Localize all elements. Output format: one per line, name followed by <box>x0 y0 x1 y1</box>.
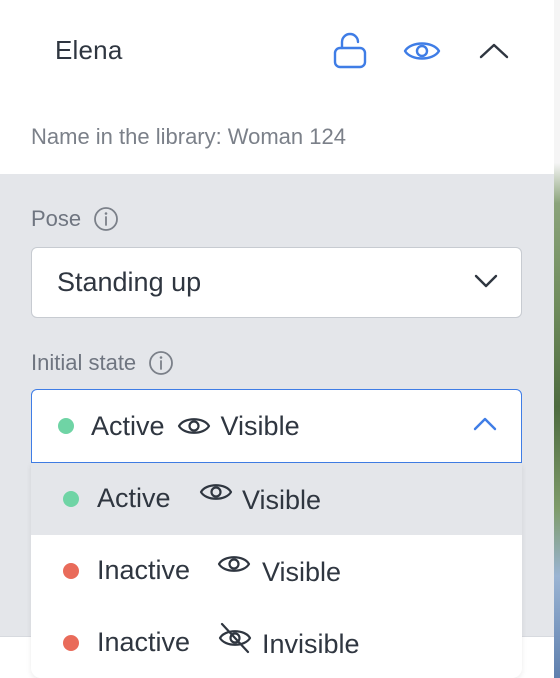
eye-icon <box>199 480 233 504</box>
chevron-up-icon <box>479 43 509 59</box>
info-icon[interactable] <box>93 206 119 232</box>
state-option-active-visible[interactable]: Active Visible <box>31 463 522 535</box>
library-name-label: Name in the library: <box>31 124 222 149</box>
state-option-inactive-visible[interactable]: Inactive Visible <box>31 535 522 607</box>
visibility-toggle-button[interactable] <box>399 28 445 74</box>
character-panel: Elena Name in the library: Woman 124 Pose <box>0 0 554 678</box>
option-visibility: Visible <box>242 485 322 515</box>
selected-visibility: Visible <box>220 410 300 441</box>
character-header: Elena Name in the library: Woman 124 <box>0 0 554 174</box>
status-dot <box>63 635 79 651</box>
initial-state-label-text: Initial state <box>31 350 137 375</box>
status-dot <box>58 418 74 434</box>
info-icon[interactable] <box>148 350 174 376</box>
option-status: Inactive <box>97 555 191 585</box>
selected-status: Active <box>91 410 165 441</box>
status-dot <box>63 563 79 579</box>
character-name: Elena <box>55 35 123 65</box>
pose-label: Pose <box>31 206 119 232</box>
lock-toggle-button[interactable] <box>327 28 373 74</box>
viewport-background <box>554 0 560 678</box>
option-visibility: Visible <box>262 557 342 587</box>
chevron-up-icon <box>472 414 498 439</box>
option-status: Active <box>97 483 171 513</box>
state-option-inactive-invisible[interactable]: Inactive Invisible <box>31 607 522 678</box>
initial-state-label: Initial state <box>31 350 174 376</box>
library-name: Name in the library: Woman 124 <box>31 124 346 150</box>
collapse-button[interactable] <box>471 28 517 74</box>
eye-icon <box>403 42 441 60</box>
initial-state-dropdown: Active Visible Inactive Visible Inactive… <box>31 463 522 678</box>
library-name-value: Woman 124 <box>227 124 346 149</box>
unlock-icon <box>333 32 367 69</box>
pose-select[interactable]: Standing up <box>31 247 522 318</box>
eye-icon <box>177 414 211 438</box>
option-visibility: Invisible <box>262 629 360 659</box>
pose-select-value: Standing up <box>57 267 202 297</box>
status-dot <box>63 491 79 507</box>
chevron-down-icon <box>473 271 499 296</box>
pose-label-text: Pose <box>31 206 82 231</box>
eye-icon <box>217 552 251 576</box>
option-status: Inactive <box>97 627 191 657</box>
eye-off-icon <box>217 621 253 655</box>
initial-state-select[interactable]: Active Visible <box>31 389 522 463</box>
